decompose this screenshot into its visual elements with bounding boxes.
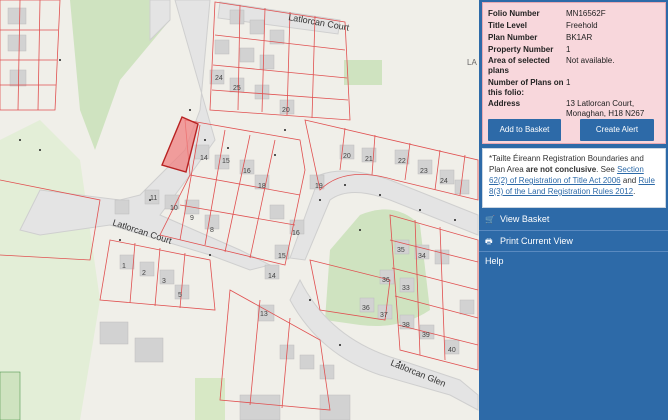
address-line-2: Monaghan, H18 N267 <box>566 109 645 118</box>
note-end: . <box>633 187 636 196</box>
plans-count-label: Number of Plans on this folio: <box>488 78 564 97</box>
green-patch-bottom <box>195 378 225 420</box>
plan-number-label: Plan Number <box>488 33 538 42</box>
plot-number: 14 <box>200 155 208 162</box>
plot-number: 8 <box>210 227 214 234</box>
plan-number-value: BK1AR <box>566 33 593 42</box>
map-edge-text: LA <box>467 58 477 67</box>
plot-number: 36 <box>362 305 370 312</box>
note-and: and <box>620 176 639 185</box>
plot-number: 24 <box>440 178 448 185</box>
add-to-basket-button[interactable]: Add to Basket <box>488 119 561 141</box>
plot-number: 14 <box>268 273 276 280</box>
plot-number: 25 <box>233 85 241 92</box>
basket-icon: 🛒 <box>485 215 495 224</box>
title-level-value: Freehold <box>566 21 598 30</box>
folio-label: Folio Number <box>488 9 540 18</box>
plot-number: 20 <box>282 107 290 114</box>
plot-number: 1 <box>122 263 126 270</box>
plot-number: 15 <box>222 158 230 165</box>
print-view-menu-item[interactable]: 🖶 Print Current View <box>485 231 573 251</box>
plot-number: 19 <box>315 183 323 190</box>
property-number-value: 1 <box>566 45 571 54</box>
plot-number: 18 <box>258 183 266 190</box>
plans-count-value: 1 <box>566 78 571 87</box>
folio-value: MN16562F <box>566 9 606 18</box>
area-value: Not available. <box>566 56 615 65</box>
plot-number: 40 <box>448 347 456 354</box>
property-number-label: Property Number <box>488 45 554 54</box>
print-view-label: Print Current View <box>500 236 573 246</box>
plot-number: 11 <box>150 195 157 202</box>
plot-number: 10 <box>170 205 178 212</box>
plot-number: 5 <box>178 292 182 299</box>
plot-number: 21 <box>365 156 373 163</box>
plot-number: 34 <box>418 253 426 260</box>
plot-number: 15 <box>278 253 286 260</box>
plot-number: 16 <box>292 230 300 237</box>
create-alert-button[interactable]: Create Alert <box>580 119 654 141</box>
green-patch <box>344 60 382 85</box>
plot-number: 36 <box>382 277 390 284</box>
plot-number: 37 <box>380 312 388 319</box>
note-bold: are not conclusive <box>525 165 597 174</box>
plot-number: 35 <box>397 247 405 254</box>
plot-number: 20 <box>343 153 351 160</box>
plot-number: 24 <box>215 75 223 82</box>
plot-number: 13 <box>260 311 268 318</box>
plot-number: 23 <box>420 168 428 175</box>
plot-number: 16 <box>243 168 251 175</box>
green-hatch <box>0 371 21 420</box>
view-basket-menu-item[interactable]: 🛒 View Basket <box>485 209 549 229</box>
note-middle: . See <box>596 165 618 174</box>
area-label: Area of selected plans <box>488 56 550 75</box>
plot-number: 2 <box>142 270 146 277</box>
menu-divider <box>479 251 668 252</box>
plot-number: 33 <box>402 285 410 292</box>
address-line-1: 13 Latlorcan Court, <box>566 99 635 108</box>
address-value: 13 Latlorcan Court, Monaghan, H18 N267 <box>566 99 660 119</box>
plot-number: 3 <box>162 278 166 285</box>
view-basket-label: View Basket <box>500 214 550 224</box>
plot-number: 38 <box>402 322 410 329</box>
plot-number: 22 <box>398 158 406 165</box>
address-label: Address <box>488 99 521 108</box>
title-level-label: Title Level <box>488 21 527 30</box>
plot-number: 39 <box>422 332 430 339</box>
printer-icon: 🖶 <box>485 237 493 246</box>
help-label: Help <box>485 256 504 266</box>
property-info-card: Folio Number MN16562F Title Level Freehold… <box>482 2 666 144</box>
help-menu-item[interactable]: Help <box>485 251 504 271</box>
disclaimer-note: *Tailte Éireann Registration Boundaries … <box>482 148 666 208</box>
plot-number: 9 <box>190 215 194 222</box>
